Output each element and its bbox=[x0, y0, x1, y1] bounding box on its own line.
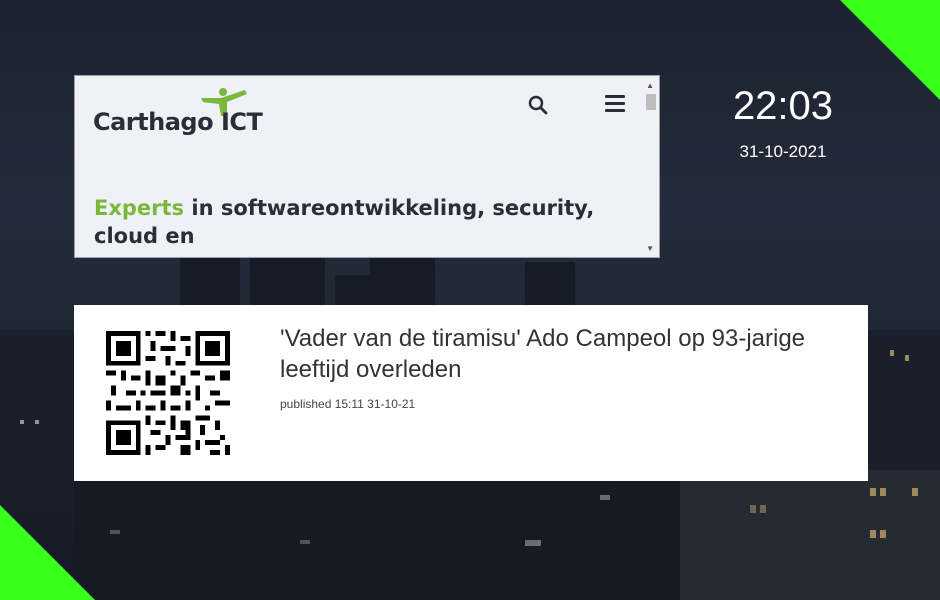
qr-code bbox=[106, 331, 230, 455]
news-published-meta: published 15:11 31-10-21 bbox=[280, 397, 416, 411]
headline-accent: Experts bbox=[94, 196, 185, 220]
scrollbar[interactable]: ▲ ▼ bbox=[643, 76, 659, 257]
corner-accent-bottom-left bbox=[0, 505, 95, 600]
clock-time: 22:03 bbox=[732, 84, 834, 128]
scroll-thumb[interactable] bbox=[646, 94, 656, 110]
scroll-down-arrow-icon[interactable]: ▼ bbox=[646, 244, 654, 253]
search-icon[interactable] bbox=[527, 94, 549, 116]
news-title[interactable]: 'Vader van de tiramisu' Ado Campeol op 9… bbox=[280, 323, 840, 385]
logo-suffix: ICT bbox=[220, 108, 263, 136]
site-headline: Experts in softwareontwikkeling, securit… bbox=[94, 194, 644, 250]
carthago-logo[interactable]: Carthago ICT bbox=[93, 86, 263, 146]
news-card[interactable]: 'Vader van de tiramisu' Ado Campeol op 9… bbox=[74, 305, 868, 481]
clock-date: 31-10-2021 bbox=[739, 142, 827, 161]
hamburger-menu-icon[interactable] bbox=[605, 95, 625, 113]
website-widget[interactable]: Carthago ICT Experts in softwareontwikke… bbox=[74, 75, 660, 258]
scroll-up-arrow-icon[interactable]: ▲ bbox=[646, 81, 654, 90]
logo-text: Carthago bbox=[93, 108, 214, 136]
